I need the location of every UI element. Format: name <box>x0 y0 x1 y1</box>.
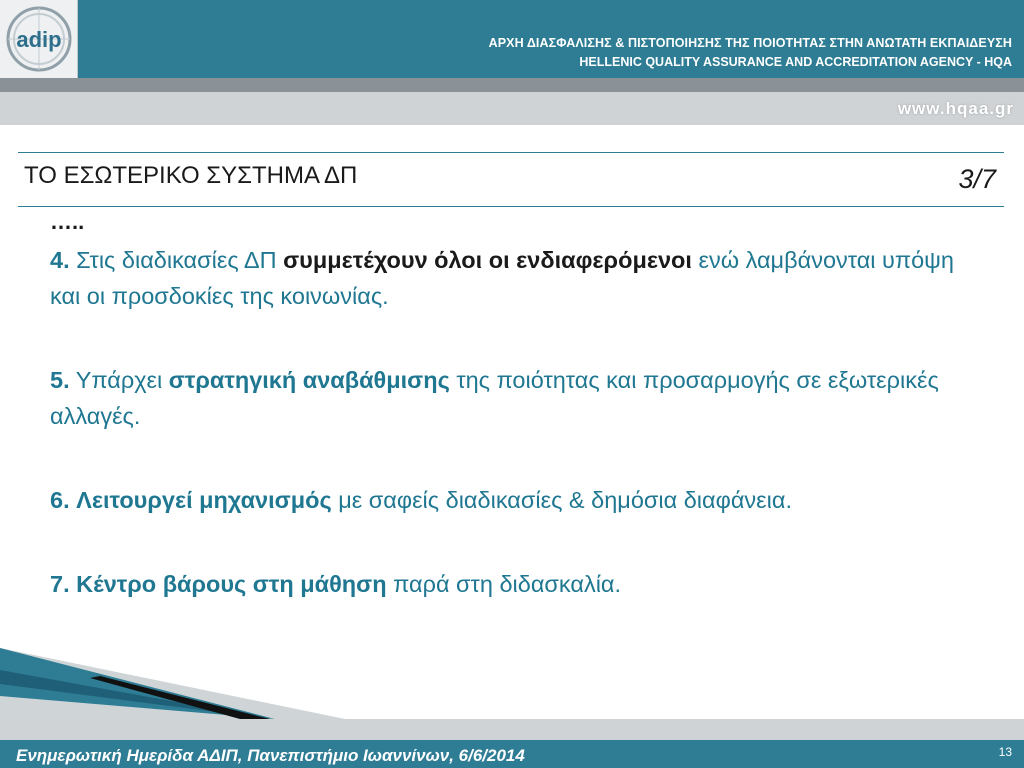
header-bar: adip ΑΡΧΗ ΔΙΑΣΦΑΛΙΣΗΣ & ΠΙΣΤΟΠΟΙΗΣΗΣ ΤΗΣ… <box>0 0 1024 78</box>
item-text-post: παρά στη διδασκαλία. <box>386 571 622 597</box>
item-number: 7. <box>50 571 70 597</box>
page-number: 13 <box>998 745 1012 759</box>
item-emphasis: στρατηγική αναβάθμισης <box>168 367 450 393</box>
item-text-pre: Στις διαδικασίες ΔΠ <box>69 247 284 273</box>
header-divider-band <box>0 78 1024 92</box>
item-text-pre: Υπάρχει <box>69 367 169 393</box>
decorative-swoosh <box>0 648 345 719</box>
slide-title: ΤΟ ΕΣΩΤΕΡΙΚΟ ΣΥΣΤΗΜΑ ΔΠ <box>24 162 358 189</box>
website-band <box>0 92 1024 125</box>
website-link[interactable]: www.hqaa.gr <box>898 99 1014 119</box>
footer-event-text: Ενημερωτική Ημερίδα ΑΔΙΠ, Πανεπιστήμιο Ι… <box>16 746 525 765</box>
list-item: 6. Λειτουργεί μηχανισμός με σαφείς διαδι… <box>50 482 970 518</box>
continuation-ellipsis: ….. <box>50 209 85 234</box>
item-number: 6. <box>50 487 70 513</box>
item-emphasis: Κέντρο βάρους στη μάθηση <box>76 571 387 597</box>
slide-content: ….. 4. Στις διαδικασίες ΔΠ συμμετέχουν ό… <box>50 208 970 602</box>
org-name-greek: ΑΡΧΗ ΔΙΑΣΦΑΛΙΣΗΣ & ΠΙΣΤΟΠΟΙΗΣΗΣ ΤΗΣ ΠΟΙΟ… <box>488 36 1012 50</box>
list-item: 5. Υπάρχει στρατηγική αναβάθμισης της πο… <box>50 362 970 434</box>
item-number: 4. <box>50 247 70 273</box>
slide-page-indicator: 3/7 <box>958 164 996 194</box>
title-rule-top <box>18 152 1004 153</box>
title-rule-bottom <box>18 206 1004 207</box>
org-name-english: HELLENIC QUALITY ASSURANCE AND ACCREDITA… <box>579 55 1012 69</box>
logo-text: adip <box>16 27 61 52</box>
item-number: 5. <box>50 367 70 393</box>
list-item: 4. Στις διαδικασίες ΔΠ συμμετέχουν όλοι … <box>50 242 970 314</box>
item-text-post: με σαφείς διαδικασίες & δημόσια διαφάνει… <box>331 487 792 513</box>
hqa-logo: adip <box>0 0 78 78</box>
footer-divider-band <box>0 719 1024 740</box>
logo-emblem-icon: adip <box>6 6 72 72</box>
list-item: 7. Κέντρο βάρους στη μάθηση παρά στη διδ… <box>50 566 970 602</box>
item-emphasis: Λειτουργεί μηχανισμός <box>76 487 332 513</box>
item-emphasis: συμμετέχουν όλοι οι ενδιαφερόμενοι <box>283 247 692 273</box>
